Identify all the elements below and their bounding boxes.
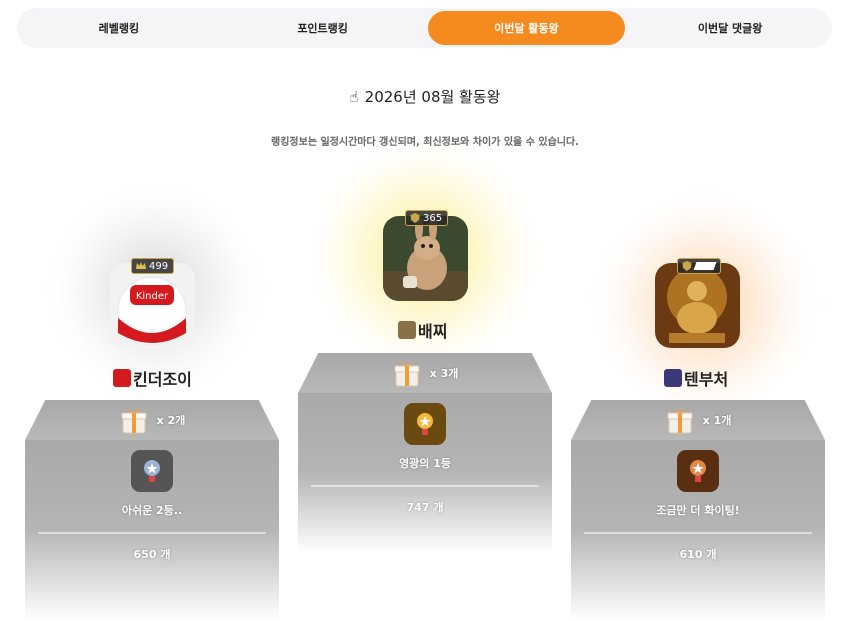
second-place-level-badge: 499 [131, 258, 175, 274]
third-place-name-text: 텐부처 [684, 370, 729, 389]
ranking-notice: 랭킹정보는 일정시간마다 갱신되며, 최신정보와 차이가 있을 수 있습니다. [271, 137, 579, 148]
gift-icon [394, 362, 420, 387]
second-place-level: 499 [149, 260, 169, 272]
gold-medal-icon [404, 403, 446, 445]
tab-monthly-activity-king[interactable]: 이번달 활동왕 [427, 11, 626, 45]
third-place-podium: x 1개 조금만 더 화이팅! 610 개 [571, 400, 825, 620]
third-place-avatar[interactable] [655, 263, 740, 348]
ranking-tabs: 레벨랭킹 포인트랭킹 이번달 활동왕 이번달 댓글왕 [17, 8, 832, 48]
second-place-podium-body: 아쉬운 2등.. 650 개 [25, 440, 279, 620]
page-title-text: 2026년 08월 활동왕 [364, 88, 501, 106]
first-place-podium-top: x 3개 [298, 353, 552, 393]
first-place-name[interactable]: 배찌 [398, 318, 447, 342]
first-place-message: 영광의 1등 [399, 457, 451, 470]
level-crown-icon [136, 262, 146, 269]
second-place-name-text: 킨더조이 [133, 370, 192, 389]
first-place-level-badge: 365 [405, 210, 449, 226]
third-place-podium-top: x 1개 [571, 400, 825, 440]
first-place-gift-count: x 3개 [429, 367, 459, 380]
first-place-podium-body: 영광의 1등 747 개 [298, 393, 552, 553]
first-place-score: 747 개 [406, 501, 444, 514]
third-place-name[interactable]: 텐부처 [664, 366, 728, 390]
first-place-divider [310, 485, 540, 487]
level-shield-icon [682, 261, 692, 271]
third-place-level [693, 262, 717, 270]
first-place-name-icon [398, 321, 416, 339]
level-shield-icon [410, 213, 420, 223]
second-place-name-icon [113, 369, 131, 387]
tab-monthly-comment-king[interactable]: 이번달 댓글왕 [631, 11, 829, 45]
second-place-divider [37, 532, 267, 534]
first-place-podium: x 3개 영광의 1등 747 개 [298, 353, 552, 553]
second-place-score: 650 개 [133, 548, 171, 561]
third-place-name-icon [664, 369, 682, 387]
first-place-level: 365 [423, 212, 443, 224]
first-place-name-text: 배찌 [418, 322, 448, 341]
third-place-divider [583, 532, 813, 534]
third-place-message: 조금만 더 화이팅! [656, 504, 740, 517]
pointing-hand-icon: ☝ [349, 87, 359, 106]
tab-point-ranking[interactable]: 포인트랭킹 [224, 11, 422, 45]
gift-icon [121, 409, 147, 434]
second-place-gift-count: x 2개 [156, 414, 186, 427]
third-place-podium-body: 조금만 더 화이팅! 610 개 [571, 440, 825, 620]
svg-text:Kinder: Kinder [136, 291, 169, 302]
second-place-podium-top: x 2개 [25, 400, 279, 440]
third-place-level-badge [677, 258, 721, 274]
third-place-gift-count: x 1개 [702, 414, 732, 427]
silver-medal-icon [131, 450, 173, 492]
second-place-name[interactable]: 킨더조이 [113, 366, 192, 390]
third-place-score: 610 개 [679, 548, 717, 561]
second-place-podium: x 2개 아쉬운 2등.. 650 개 [25, 400, 279, 620]
second-place-message: 아쉬운 2등.. [121, 504, 183, 517]
gift-icon [667, 409, 693, 434]
bronze-medal-icon [677, 450, 719, 492]
tab-level-ranking[interactable]: 레벨랭킹 [20, 11, 218, 45]
page-title: ☝ 2026년 08월 활동왕 [0, 86, 850, 107]
second-place-avatar[interactable]: Kinder [110, 263, 195, 348]
first-place-avatar[interactable] [383, 216, 468, 301]
